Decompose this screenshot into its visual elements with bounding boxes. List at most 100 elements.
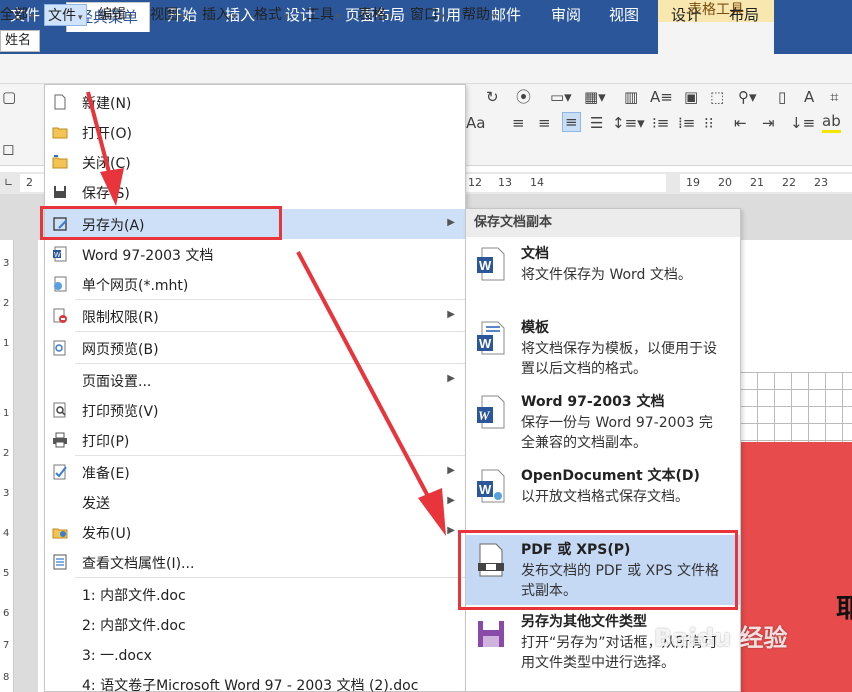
table-grid[interactable] <box>740 372 852 442</box>
save-as-document[interactable]: W 文档 将文件保存为 Word 文档。 <box>466 239 740 309</box>
line-spacing-icon[interactable]: ↕≡▾ <box>612 114 645 132</box>
new-doc-icon[interactable]: ▢ <box>2 88 16 106</box>
menu-separator <box>75 299 465 300</box>
image-icon[interactable]: ▣ <box>684 88 698 106</box>
vruler-number: 3 <box>3 488 10 499</box>
svg-text:W: W <box>54 252 61 259</box>
ruler-toggle-icon[interactable]: ◻ <box>2 140 14 158</box>
menu-item-restrict-permission[interactable]: 限制权限(R) ▶ <box>45 301 465 331</box>
submenu-arrow-icon: ▶ <box>447 525 455 536</box>
vruler-number: 5 <box>3 568 10 579</box>
menu-item-recent-2[interactable]: 2: 内部文件.doc <box>45 609 465 639</box>
more-icon[interactable]: ⌗ <box>830 88 838 106</box>
tab-view[interactable]: 视图 <box>602 0 646 32</box>
chevron-down-icon: ▾ <box>492 12 497 22</box>
web-preview-icon <box>52 340 68 356</box>
menu-item-recent-3[interactable]: 3: 一.docx <box>45 639 465 669</box>
menu-item-close[interactable]: 关闭(C) <box>45 147 465 177</box>
menu-item-recent-1[interactable]: 1: 内部文件.doc <box>45 579 465 609</box>
menu-item-web-preview[interactable]: 网页预览(B) <box>45 333 465 363</box>
tab-table-layout[interactable]: 布局 <box>722 0 766 32</box>
menu-item-send[interactable]: 发送 ▶ <box>45 487 465 517</box>
tab-table-design[interactable]: 设计 <box>664 0 708 32</box>
file-dropdown-menu: 新建(N) 打开(O) 关闭(C) 保存(S) 另存为(A) ▶ W Word … <box>44 84 466 692</box>
web-page-icon <box>52 276 68 292</box>
svg-text:W: W <box>478 408 491 423</box>
menu-item-document-properties[interactable]: 查看文档属性(I)... <box>45 547 465 577</box>
menu-separator <box>75 331 465 332</box>
justify-icon[interactable]: ☰ <box>590 114 603 132</box>
highlight-icon[interactable]: ab <box>822 112 841 133</box>
menu-separator <box>75 455 465 456</box>
shapes-icon[interactable]: ⬚ <box>710 88 724 106</box>
tab-review[interactable]: 审阅 <box>544 0 588 32</box>
chevron-down-icon: ▾ <box>284 12 289 22</box>
decrease-indent-icon[interactable]: ⇤ <box>734 114 747 132</box>
chevron-down-icon: ▾ <box>78 13 83 23</box>
menu-item-publish[interactable]: 发布(U) ▶ <box>45 517 465 547</box>
indent-icon[interactable]: ⁝⁝ <box>704 114 714 132</box>
menu-help[interactable]: 帮助 ▾ <box>462 4 497 26</box>
save-as-opendocument[interactable]: W OpenDocument 文本(D) 以开放文档格式保存文档。 <box>466 461 740 531</box>
wordart-icon[interactable]: A≡ <box>650 88 673 106</box>
svg-text:W: W <box>479 258 492 273</box>
save-as-template[interactable]: W 模板 将文档保存为模板，以便用于设置以后文档的格式。 <box>466 313 740 385</box>
vruler-number: 3 <box>3 258 10 269</box>
menu-view[interactable]: 视图 ▾ <box>150 4 185 26</box>
ruler-number: 19 <box>686 176 700 189</box>
font-size-icon[interactable]: Aa <box>466 114 485 132</box>
redo-toolbar-icon[interactable]: ↻ <box>486 88 499 106</box>
vruler-number: 1 <box>3 338 10 349</box>
menu-edit[interactable]: 编辑 ▾ <box>98 4 133 26</box>
menu-item-word-97-2003[interactable]: W Word 97-2003 文档 <box>45 239 465 269</box>
save-as-word-97-2003[interactable]: W Word 97-2003 文档 保存一份与 Word 97-2003 完全兼… <box>466 387 740 459</box>
menu-item-page-setup[interactable]: 页面设置... ▶ <box>45 365 465 395</box>
sort-icon[interactable]: ↓≡ <box>790 114 815 132</box>
menu-item-recent-4[interactable]: 4: 语文卷子Microsoft Word 97 - 2003 文档 (2).d… <box>45 669 465 692</box>
chevron-down-icon: ▾ <box>180 12 185 22</box>
menu-table[interactable]: 表格 ▾ <box>358 4 393 26</box>
font-name-input[interactable]: 姓名 <box>0 30 40 52</box>
align-right-icon[interactable]: ≡ <box>562 112 581 132</box>
vertical-ruler[interactable]: 3 2 1 1 2 3 4 5 6 7 8 <box>0 240 14 692</box>
menu-item-prepare[interactable]: 准备(E) ▶ <box>45 457 465 487</box>
restrict-permission-icon <box>52 308 68 324</box>
align-center-icon[interactable]: ≡ <box>538 114 551 132</box>
menu-file[interactable]: 文件 ▾ <box>44 4 87 26</box>
book-icon[interactable]: ▯ <box>778 88 786 106</box>
vruler-number: 4 <box>3 528 10 539</box>
spell-icon[interactable]: A <box>804 88 814 106</box>
menu-insert[interactable]: 插入 ▾ <box>202 4 237 26</box>
ruler-number: 12 <box>468 176 482 189</box>
chevron-down-icon: ▾ <box>128 12 133 22</box>
menu-item-print-preview[interactable]: 打印预览(V) <box>45 395 465 425</box>
red-shape[interactable] <box>740 442 852 692</box>
opendocument-icon: W <box>476 469 506 503</box>
menu-item-print[interactable]: 打印(P) <box>45 425 465 455</box>
table-icon[interactable]: ▦▾ <box>584 88 606 106</box>
properties-icon <box>52 554 68 570</box>
menu-tools[interactable]: 工具 ▾ <box>306 4 341 26</box>
numbering-icon[interactable]: ⁞≡ <box>678 114 695 132</box>
find-icon[interactable]: ⚲▾ <box>738 88 757 106</box>
menu-format[interactable]: 格式 ▾ <box>254 4 289 26</box>
align-left-icon[interactable]: ≡ <box>512 114 525 132</box>
increase-indent-icon[interactable]: ⇥ <box>762 114 775 132</box>
menu-all[interactable]: 全部 ▾ <box>0 4 35 26</box>
word-document-icon: W <box>476 247 506 281</box>
baidu-watermark: Baidu 经验 <box>654 624 788 652</box>
pdf-icon[interactable]: ⦿ <box>516 88 531 106</box>
menu-separator <box>75 363 465 364</box>
menu-item-save[interactable]: 保存(S) <box>45 177 465 207</box>
ruler-white-mid <box>466 174 666 192</box>
menu-item-open[interactable]: 打开(O) <box>45 117 465 147</box>
menu-window[interactable]: 窗口 ▾ <box>410 4 445 26</box>
menu-item-new[interactable]: 新建(N) <box>45 87 465 117</box>
border-icon[interactable]: ▭▾ <box>550 88 572 106</box>
ruler-tab-icon[interactable]: ∟ <box>4 176 13 189</box>
menu-item-single-web-page[interactable]: 单个网页(*.mht) <box>45 269 465 299</box>
columns-icon[interactable]: ▥ <box>624 88 638 106</box>
bullets-icon[interactable]: ⁝≡ <box>652 114 669 132</box>
word-doc-icon: W <box>52 246 68 262</box>
publish-icon <box>52 524 68 540</box>
